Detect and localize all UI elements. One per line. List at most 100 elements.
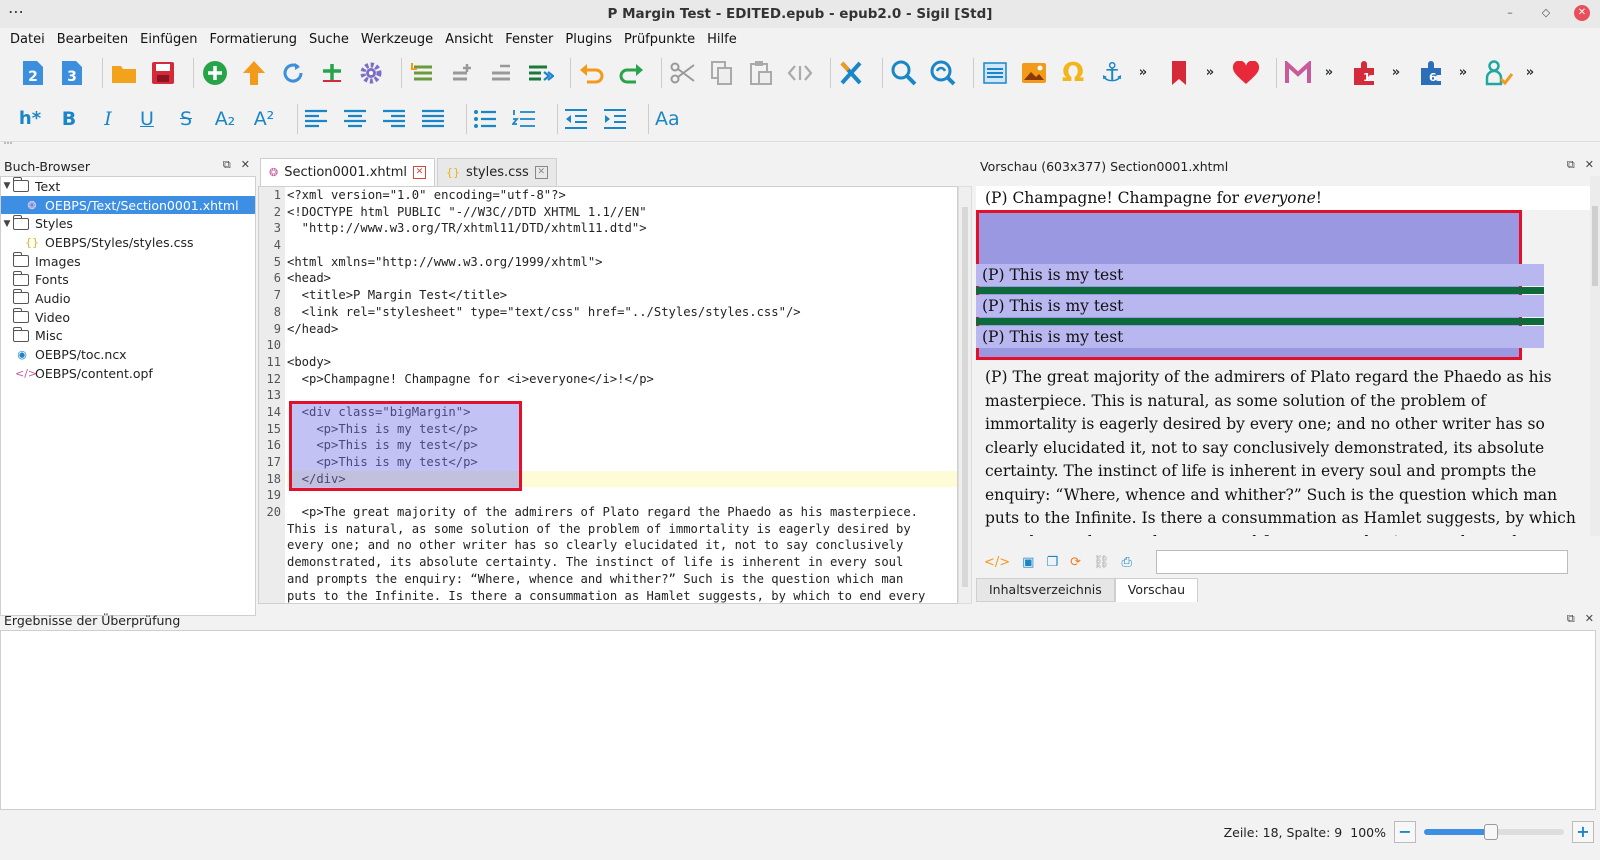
open-folder-icon[interactable] [109, 58, 139, 88]
subscript-button[interactable]: A₂ [213, 104, 237, 134]
clear-format-icon[interactable] [837, 58, 867, 88]
insert-list-icon[interactable] [980, 58, 1010, 88]
new-epub3-button[interactable]: 3 [57, 58, 87, 88]
special-character-icon[interactable]: Ω [1058, 58, 1088, 88]
menu-pruefpunkte[interactable]: Prüfpunkte [618, 32, 701, 47]
scrollbar-thumb[interactable] [1592, 206, 1598, 286]
close-tab-icon[interactable]: ✕ [413, 166, 427, 179]
menu-plugins[interactable]: Plugins [559, 32, 618, 47]
menu-datei[interactable]: Datei [4, 32, 51, 47]
insert-image-icon[interactable] [1019, 58, 1049, 88]
insert-element-icon[interactable] [408, 58, 438, 88]
tree-file-section0001[interactable]: ❂ OEBPS/Text/Section0001.xhtml [1, 195, 255, 215]
settings-gear-icon[interactable] [356, 58, 386, 88]
menu-hilfe[interactable]: Hilfe [701, 32, 743, 47]
bold-button[interactable]: B [57, 104, 81, 134]
heart-icon[interactable] [1231, 58, 1261, 88]
tree-folder-misc[interactable]: Misc [1, 326, 255, 346]
more-tools-chevron-icon[interactable]: » [1456, 58, 1470, 88]
float-panel-icon[interactable]: ⧉ [1567, 612, 1575, 626]
more-tools-chevron-icon[interactable]: » [1322, 58, 1336, 88]
toolbar-grip[interactable] [4, 142, 12, 148]
heading-button[interactable]: h* [18, 104, 42, 134]
tree-file-styles-css[interactable]: {} OEBPS/Styles/styles.css [1, 233, 255, 252]
window-menu-icon[interactable]: ⋯ [8, 2, 24, 21]
menu-ansicht[interactable]: Ansicht [439, 32, 499, 47]
link-icon[interactable]: ⛓ [1093, 555, 1110, 570]
close-panel-icon[interactable]: ✕ [241, 158, 250, 172]
close-button[interactable]: ✕ [1574, 5, 1590, 21]
expanded-arrow-icon[interactable]: ▼ [1, 219, 13, 229]
menu-fenster[interactable]: Fenster [499, 32, 559, 47]
preview-url-field[interactable] [1156, 550, 1568, 574]
code-text-area[interactable]: 1 2 3 4 5 6 7 8 9 10 11 12 13 14 15 16 17 18 19 20 <?xml ve… [258, 186, 958, 604]
maximize-button[interactable]: ◇ [1538, 5, 1554, 21]
tree-folder-video[interactable]: Video [1, 308, 255, 327]
search-icon[interactable] [889, 58, 919, 88]
tree-folder-styles[interactable]: ▼ Styles [1, 214, 255, 233]
cut-icon[interactable] [668, 58, 698, 88]
remove-line-icon[interactable] [486, 58, 516, 88]
new-epub2-button[interactable]: 2 [18, 58, 48, 88]
more-tools-chevron-icon[interactable]: » [1523, 58, 1537, 88]
tree-folder-audio[interactable]: Audio [1, 289, 255, 308]
user-checkpoint-icon[interactable] [1484, 58, 1514, 88]
superscript-button[interactable]: A² [252, 104, 276, 134]
increase-indent-icon[interactable] [603, 104, 627, 134]
tab-table-of-contents[interactable]: Inhaltsverzeichnis [976, 578, 1115, 602]
tree-folder-images[interactable]: Images [1, 252, 255, 271]
preview-scrollbar[interactable] [1590, 176, 1600, 536]
select-all-icon[interactable]: ▣ [1022, 555, 1034, 570]
decrease-indent-icon[interactable] [564, 104, 588, 134]
align-justify-icon[interactable] [421, 104, 445, 134]
reload-icon[interactable]: ⟳ [1070, 555, 1081, 570]
zoom-in-button[interactable]: + [1572, 821, 1594, 843]
results-list[interactable] [0, 630, 1596, 810]
bullet-list-icon[interactable] [473, 104, 497, 134]
inspect-code-icon[interactable]: </> [984, 555, 1010, 570]
code-tag-icon[interactable] [785, 58, 815, 88]
minimize-button[interactable]: – [1502, 5, 1518, 21]
tree-file-content-opf[interactable]: </> OEBPS/content.opf [1, 364, 255, 383]
close-panel-icon[interactable]: ✕ [1585, 612, 1594, 626]
more-tools-chevron-icon[interactable]: » [1203, 58, 1217, 88]
menu-suche[interactable]: Suche [303, 32, 355, 47]
strikethrough-button[interactable]: S [174, 104, 198, 134]
split-icon[interactable] [317, 58, 347, 88]
align-center-icon[interactable] [343, 104, 367, 134]
more-tools-chevron-icon[interactable]: » [1136, 58, 1150, 88]
plugin-blue-icon[interactable]: 6 [1417, 58, 1447, 88]
scrollbar-thumb[interactable] [962, 207, 968, 587]
expanded-arrow-icon[interactable]: ▼ [1, 181, 13, 191]
zoom-slider[interactable] [1424, 824, 1564, 840]
tab-styles-css[interactable]: {} styles.css ✕ [437, 158, 557, 186]
float-panel-icon[interactable]: ⧉ [223, 158, 231, 172]
tree-file-toc-ncx[interactable]: ◉ OEBPS/toc.ncx [1, 345, 255, 364]
reformat-icon[interactable] [525, 58, 555, 88]
zoom-out-button[interactable]: − [1394, 821, 1416, 843]
undo-icon[interactable] [577, 58, 607, 88]
tab-section0001[interactable]: ❂ Section0001.xhtml ✕ [260, 158, 436, 186]
preview-render[interactable]: (P) Champagne! Champagne for everyone! (… [976, 176, 1590, 536]
menu-bearbeiten[interactable]: Bearbeiten [51, 32, 134, 47]
metadata-m-icon[interactable] [1283, 58, 1313, 88]
anchor-icon[interactable]: ⚓ [1097, 58, 1127, 88]
italic-button[interactable]: I [96, 104, 120, 134]
close-panel-icon[interactable]: ✕ [1585, 158, 1594, 172]
search-replace-icon[interactable] [928, 58, 958, 88]
add-file-icon[interactable] [200, 58, 230, 88]
bookmark-icon[interactable] [1164, 58, 1194, 88]
tab-preview[interactable]: Vorschau [1114, 578, 1198, 602]
print-icon[interactable]: ⎙ [1122, 555, 1132, 570]
redo-icon[interactable] [616, 58, 646, 88]
align-left-icon[interactable] [304, 104, 328, 134]
underline-button[interactable]: U [135, 104, 159, 134]
copy-page-icon[interactable]: ❐ [1046, 555, 1058, 570]
plugin-red-icon[interactable]: 1 [1350, 58, 1380, 88]
more-tools-chevron-icon[interactable]: » [1389, 58, 1403, 88]
editor-scrollbar[interactable] [958, 186, 972, 604]
close-tab-icon[interactable]: ✕ [534, 166, 548, 179]
refresh-icon[interactable] [278, 58, 308, 88]
float-panel-icon[interactable]: ⧉ [1567, 158, 1575, 172]
tree-folder-text[interactable]: ▼ Text [1, 177, 255, 196]
